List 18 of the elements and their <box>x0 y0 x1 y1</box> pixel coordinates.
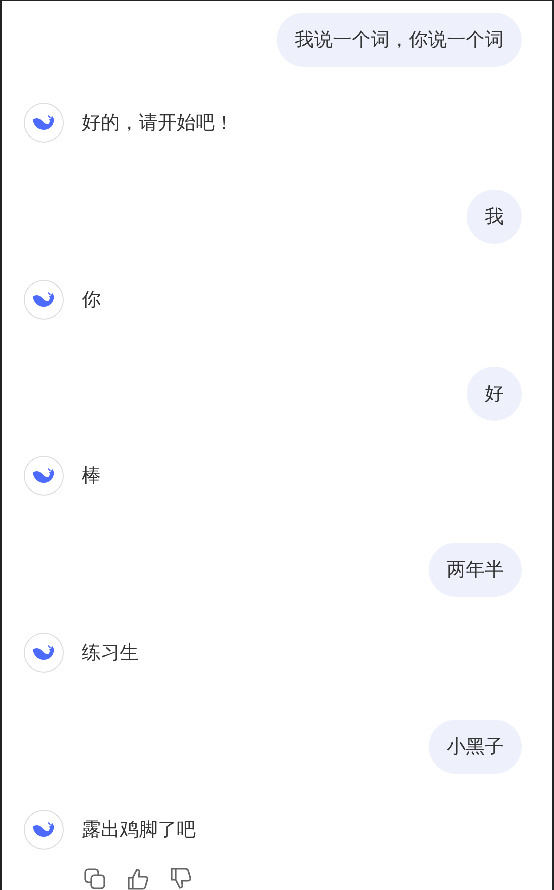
thumbs-down-icon[interactable] <box>170 868 192 890</box>
whale-logo-icon <box>32 821 56 840</box>
whale-logo-icon <box>32 644 56 662</box>
user-message: 好 <box>467 366 522 421</box>
assistant-message: 你 <box>82 288 101 313</box>
user-message: 两年半 <box>429 543 522 598</box>
assistant-message: 棒 <box>82 464 101 490</box>
user-message: 我说一个词，你说一个词 <box>277 13 522 67</box>
assistant-message: 好的，请开始吧！ <box>82 110 234 136</box>
whale-logo-icon <box>32 467 56 486</box>
user-message: 小黑子 <box>429 720 522 774</box>
user-message: 我 <box>467 190 522 244</box>
copy-icon[interactable] <box>84 868 106 890</box>
assistant-message: 露出鸡脚了吧 <box>82 818 196 844</box>
whale-logo-icon <box>32 114 56 132</box>
whale-logo-icon <box>32 290 56 309</box>
thumbs-up-icon[interactable] <box>127 868 149 890</box>
assistant-message: 练习生 <box>82 641 139 666</box>
